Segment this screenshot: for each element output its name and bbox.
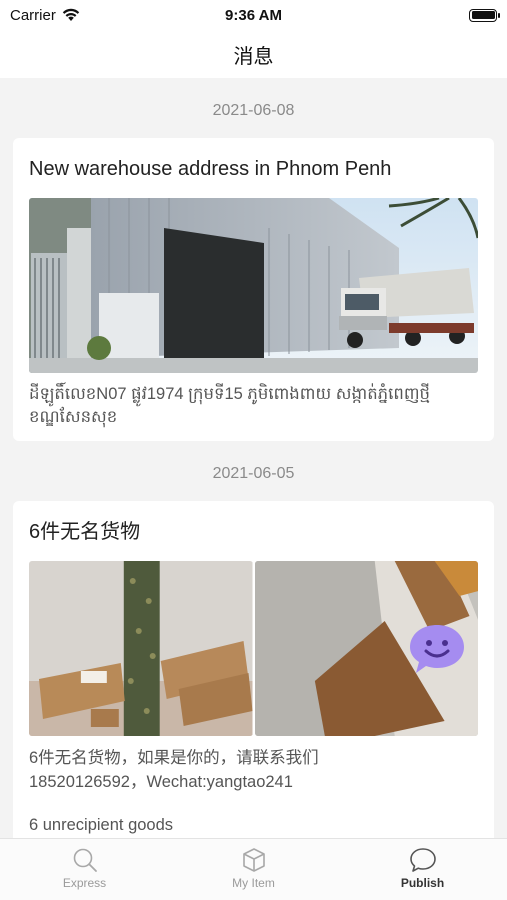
message-title: New warehouse address in Phnom Penh — [29, 158, 392, 180]
description-line: 6件无名货物，如果是你的，请联系我们 — [29, 749, 319, 767]
description-line: 18520126592，Wechat:yangtao241 — [29, 773, 293, 791]
wifi-icon — [62, 8, 80, 21]
status-bar: Carrier 9:36 AM — [0, 0, 507, 30]
box-icon — [242, 848, 265, 872]
status-left: Carrier — [10, 7, 80, 24]
message-list[interactable]: 2021-06-08 New warehouse address in Phno… — [0, 78, 507, 838]
tab-label: My Item — [232, 876, 275, 890]
goods-photo-1[interactable] — [29, 561, 253, 736]
date-label: 2021-06-08 — [212, 102, 295, 119]
smiley-chat-bubble-icon[interactable] — [408, 623, 466, 675]
page-title: 消息 — [233, 45, 274, 68]
message-title: 6件无名货物 — [29, 521, 141, 543]
nav-bar: 消息 — [0, 30, 507, 78]
image-row — [29, 561, 478, 736]
goods-photo-2[interactable] — [254, 561, 478, 736]
tab-label: Express — [62, 876, 107, 890]
tab-bar: Express My Item Publish — [0, 838, 507, 900]
carrier-label: Carrier — [10, 6, 56, 24]
message-description: 6件无名货物，如果是你的，请联系我们 18520126592，Wechat:ya… — [29, 736, 478, 794]
warehouse-photo[interactable] — [29, 198, 478, 373]
message-card[interactable]: New warehouse address in Phnom Penh ដីឡូ… — [13, 138, 494, 441]
tab-publish[interactable]: Publish — [368, 847, 478, 890]
tab-express[interactable]: Express — [30, 847, 140, 890]
message-card[interactable]: 6件无名货物 6件无名货物，如果是你的，请联系我们 18520126592，We… — [13, 501, 494, 838]
tab-my-item[interactable]: My Item — [199, 847, 309, 890]
search-icon — [73, 848, 97, 872]
date-label: 2021-06-05 — [212, 465, 295, 482]
message-extra-text: 6 unrecipient goods — [29, 816, 174, 834]
tab-label: Publish — [400, 876, 445, 890]
battery-icon — [469, 8, 500, 22]
message-description: ដីឡូតិ៍លេខN07 ផ្លូវ1974 ក្រុមទី15 ភូមិពោ… — [29, 385, 431, 426]
chat-icon — [409, 848, 436, 872]
